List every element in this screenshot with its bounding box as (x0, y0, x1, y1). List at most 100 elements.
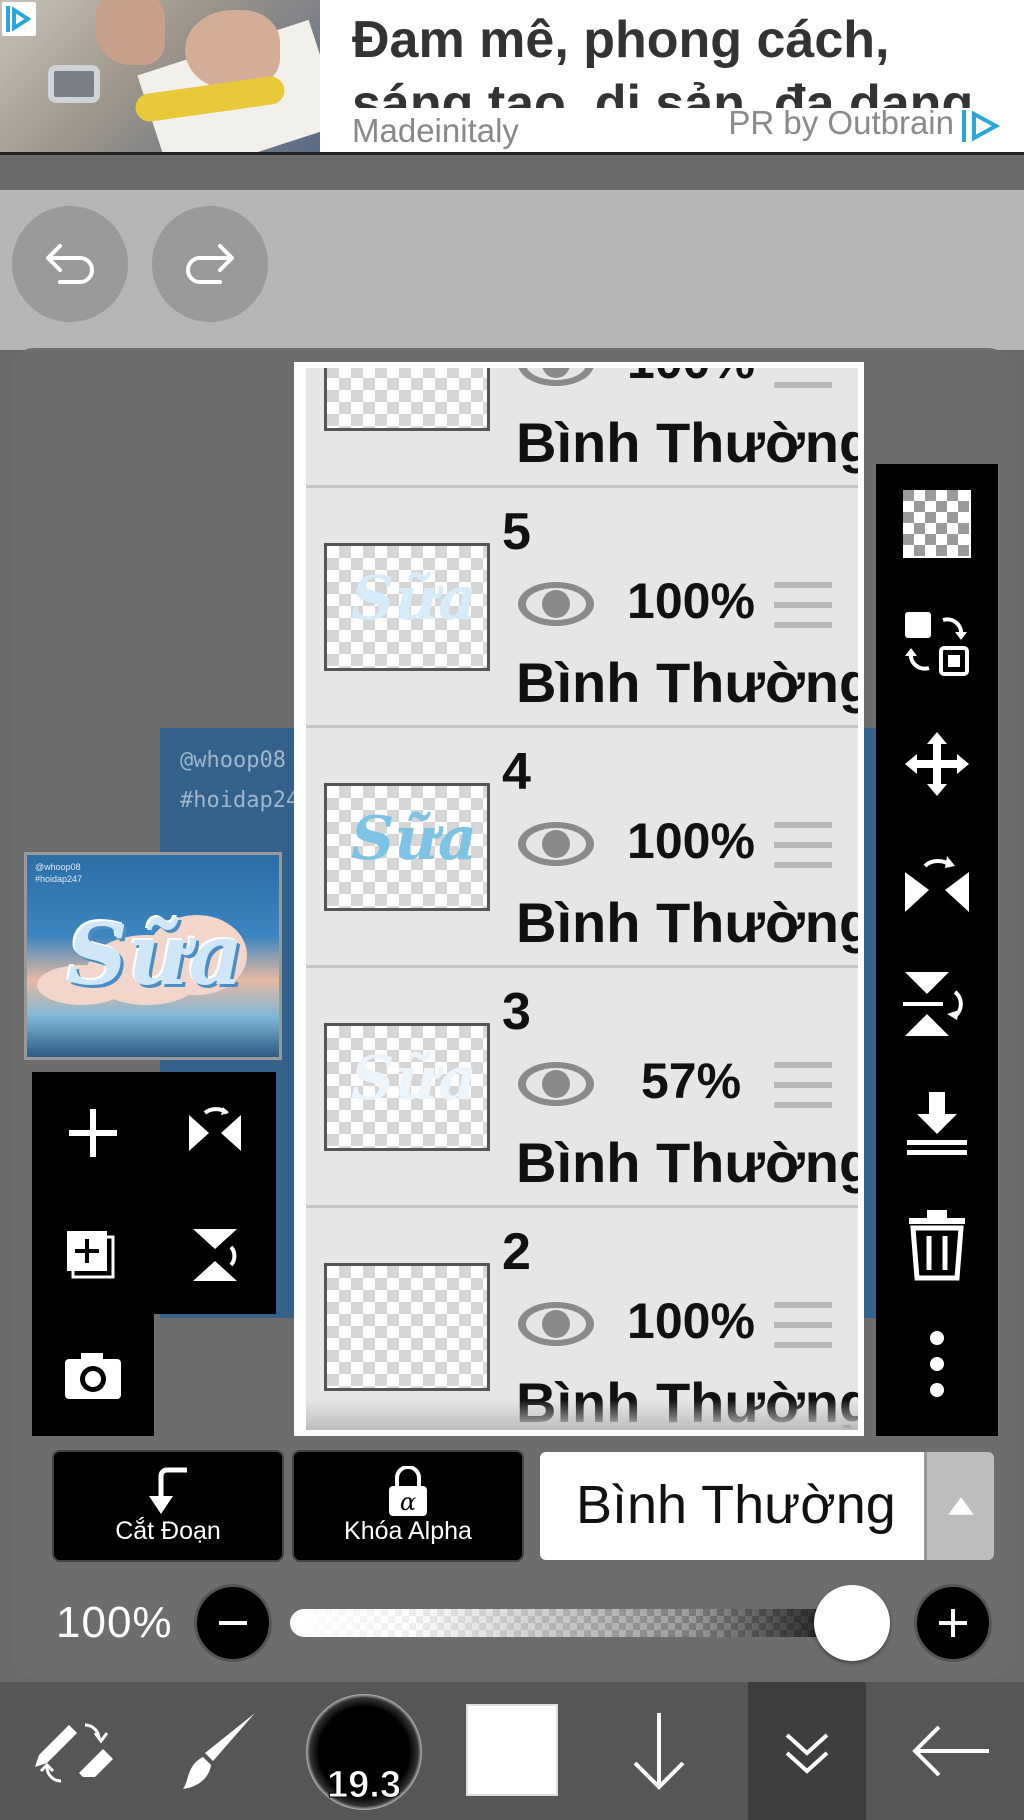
brush-button[interactable] (146, 1682, 292, 1820)
outbrain-play-icon[interactable] (2, 2, 36, 36)
tool-switch-icon (35, 1723, 113, 1783)
layer-blend-mode: Bình Thường (516, 1131, 864, 1194)
layer-opacity: 100% (616, 368, 766, 390)
collapse-button[interactable] (748, 1682, 866, 1820)
visibility-eye-icon[interactable] (514, 1056, 598, 1112)
layer-thumbnail[interactable]: Sữa (324, 783, 490, 911)
blend-mode-value: Bình Thường (576, 1475, 896, 1535)
drag-handle-icon[interactable] (774, 1302, 832, 1350)
ad-title[interactable]: Đam mê, phong cách, sáng tạo, di sản, đa… (352, 8, 992, 108)
drag-handle-icon[interactable] (774, 582, 832, 630)
layers-list[interactable]: 100% Bình Thường Sữa 5 100% Bình Thường … (294, 362, 864, 1436)
tool-switch-button[interactable] (0, 1682, 146, 1820)
redo-button[interactable] (152, 206, 268, 322)
alpha-lock-button[interactable]: α Khóa Alpha (292, 1450, 524, 1562)
undo-button[interactable] (12, 206, 128, 322)
blend-mode-dropdown-button[interactable] (924, 1452, 994, 1560)
duplicate-layer-button[interactable] (32, 1194, 154, 1316)
layer-blend-mode: Bình Thường (516, 891, 864, 954)
artwork-word: Sữa (67, 905, 244, 1004)
thumbnail-tag: @whoop08 #hoidap247 (35, 862, 83, 884)
flip-horizontal-icon (905, 856, 969, 912)
opacity-increase-button[interactable] (914, 1584, 992, 1662)
ad-divider (0, 152, 1024, 155)
layer-opacity: 100% (627, 573, 755, 629)
opacity-decrease-button[interactable] (194, 1584, 272, 1662)
layer-number: 2 (502, 1223, 531, 1281)
layer-blend-mode: Bình Thường (516, 651, 864, 714)
flip-layer-vertical-button[interactable] (154, 1194, 276, 1316)
layer-thumbnail[interactable]: Sữa (324, 543, 490, 671)
drag-handle-icon[interactable] (774, 368, 832, 390)
arrow-down-button[interactable] (586, 1682, 732, 1820)
transparency-button[interactable] (876, 464, 998, 584)
clipping-label: Cắt Đoạn (115, 1517, 221, 1545)
visibility-eye-icon[interactable] (514, 816, 598, 872)
clipping-button[interactable]: Cắt Đoạn (52, 1450, 284, 1562)
svg-text:α: α (400, 1488, 416, 1516)
opacity-slider-track[interactable] (290, 1609, 870, 1637)
brush-size-button[interactable]: 19.3 (306, 1694, 422, 1810)
layer-number: 3 (502, 983, 531, 1041)
merge-down-button[interactable] (876, 1064, 998, 1184)
more-icon (930, 1331, 944, 1397)
back-arrow-icon (912, 1725, 989, 1777)
trash-icon (909, 1210, 965, 1281)
layer-row[interactable]: Sữa 3 57% Bình Thường (306, 968, 864, 1208)
redo-icon (186, 244, 234, 284)
flip-horizontal-button[interactable] (876, 824, 998, 944)
layer-thumbnail[interactable] (324, 368, 490, 431)
merge-down-icon (907, 1092, 967, 1155)
brush-icon (183, 1713, 255, 1789)
ad-image[interactable] (0, 0, 320, 152)
add-layer-button[interactable] (32, 1072, 154, 1194)
add-copy-icon (67, 1231, 115, 1279)
layer-row[interactable]: Sữa 5 100% Bình Thường (306, 488, 864, 728)
visibility-eye-icon[interactable] (514, 368, 598, 392)
flip-vertical-icon (903, 972, 963, 1036)
outbrain-logo-icon[interactable] (960, 106, 1004, 146)
layer-blend-mode: Bình Thường (516, 411, 864, 474)
collapse-icon (785, 1733, 829, 1774)
brush-size-value: 19.3 (327, 1764, 402, 1807)
canvas-thumbnail[interactable]: @whoop08 #hoidap247 Sữa (24, 852, 282, 1060)
move-button[interactable] (876, 704, 998, 824)
watermark-line-2: #hoidap247 (180, 788, 313, 813)
visibility-eye-icon[interactable] (514, 1296, 598, 1352)
opacity-slider-thumb[interactable] (814, 1585, 890, 1661)
arrow-down-icon (633, 1713, 685, 1790)
visibility-eye-icon[interactable] (514, 576, 598, 632)
ad-pr-label[interactable]: PR by Outbrain (728, 104, 954, 142)
delete-layer-button[interactable] (876, 1184, 998, 1304)
swap-layers-button[interactable] (876, 584, 998, 704)
drag-handle-icon[interactable] (774, 822, 832, 870)
layer-opacity: 100% (627, 1293, 755, 1349)
camera-icon (65, 1353, 121, 1399)
alpha-lock-icon: α (389, 1466, 427, 1516)
minus-icon (219, 1621, 247, 1625)
alpha-lock-label: Khóa Alpha (344, 1517, 472, 1545)
bottom-toolbar: 19.3 (0, 1682, 1024, 1820)
plus-icon (939, 1609, 967, 1637)
layer-row[interactable]: 100% Bình Thường (306, 368, 864, 488)
add-layer-icon (69, 1109, 117, 1157)
ad-banner[interactable]: Đam mê, phong cách, sáng tạo, di sản, đa… (0, 0, 1024, 155)
layer-number: 5 (502, 503, 531, 561)
color-swatch[interactable] (466, 1704, 558, 1796)
drag-handle-icon[interactable] (774, 1062, 832, 1110)
flip-vertical-button[interactable] (876, 944, 998, 1064)
history-bar (0, 190, 1024, 350)
camera-button[interactable] (32, 1314, 154, 1436)
layer-thumbnail[interactable] (324, 1263, 490, 1391)
flip-layer-horizontal-button[interactable] (154, 1072, 276, 1194)
back-button[interactable] (878, 1682, 1024, 1820)
layer-row[interactable]: Sữa 4 100% Bình Thường (306, 728, 864, 968)
layer-opacity: 57% (640, 1053, 742, 1109)
blend-mode-select[interactable]: Bình Thường (540, 1452, 924, 1560)
ad-source: Madeinitaly (352, 112, 519, 149)
opacity-value: 100% (56, 1598, 173, 1647)
layer-thumbnail[interactable]: Sữa (324, 1023, 490, 1151)
layer-tools-right (876, 464, 998, 1436)
more-options-button[interactable] (876, 1304, 998, 1424)
move-icon (905, 732, 969, 796)
